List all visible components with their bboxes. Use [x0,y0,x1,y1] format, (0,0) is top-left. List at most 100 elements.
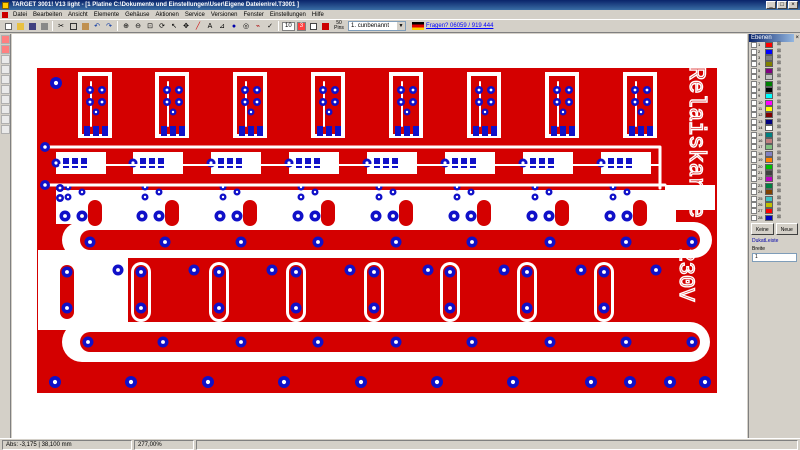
layer-color-icon[interactable] [308,21,318,31]
layer-color-swatch[interactable] [765,176,773,183]
select-icon[interactable]: ↖ [169,21,179,31]
component-mode-icon[interactable] [1,55,10,64]
layer-visible-checkbox[interactable] [751,163,757,170]
save-icon[interactable] [27,21,37,31]
text-icon[interactable]: A [205,21,215,31]
zoom-mode-icon[interactable] [1,75,10,84]
layer-visible-checkbox[interactable] [751,157,757,164]
layer-color-swatch[interactable] [765,163,773,170]
layer-color-swatch[interactable] [765,131,773,138]
layer-color-swatch[interactable] [765,80,773,87]
selection-mode-icon[interactable] [1,35,10,44]
menu-service[interactable]: Service [182,12,208,18]
layer-color-swatch[interactable] [765,106,773,113]
layer-color-swatch[interactable] [765,201,773,208]
shape-mode-icon[interactable] [1,95,10,104]
layer-visible-checkbox[interactable] [751,99,757,106]
layer-visible-checkbox[interactable] [751,201,757,208]
add-mode-icon[interactable] [1,105,10,114]
cut-icon[interactable]: ✂ [56,21,66,31]
layer-color-swatch[interactable] [765,118,773,125]
layer-visible-checkbox[interactable] [751,131,757,138]
open-icon[interactable] [15,21,25,31]
layer-visible-checkbox[interactable] [751,189,757,196]
german-flag-icon[interactable] [412,22,425,30]
zoom-out-icon[interactable]: ⊖ [133,21,143,31]
layer-visible-checkbox[interactable] [751,93,757,100]
layer-color-swatch[interactable] [765,125,773,132]
layer-color-swatch[interactable] [765,208,773,215]
layer-color-swatch[interactable] [765,112,773,119]
layer-color-swatch[interactable] [765,195,773,202]
layer-number-box[interactable]: 3 [296,21,307,31]
minimize-button[interactable]: _ [766,1,776,9]
layer-color-swatch[interactable] [765,67,773,74]
layer-color-swatch[interactable] [765,48,773,55]
layer-color-swatch[interactable] [765,189,773,196]
move-icon[interactable]: ✥ [181,21,191,31]
pointer-mode-icon[interactable] [1,125,10,134]
close-button[interactable]: × [788,1,798,9]
pcb-canvas[interactable]: 230V Relaiskarte 8 Kanal [12,34,747,438]
refresh-icon[interactable]: ⟳ [157,21,167,31]
layer-color-swatch[interactable] [765,144,773,151]
layers-new-button[interactable]: Neue [775,222,798,235]
paste-icon[interactable] [80,21,90,31]
layer-color-swatch[interactable] [765,99,773,106]
layer-color-swatch[interactable] [765,182,773,189]
maximize-button[interactable]: □ [777,1,787,9]
layer-color-swatch[interactable] [765,61,773,68]
menu-bearbeiten[interactable]: Bearbeiten [30,12,65,18]
layer-visible-checkbox[interactable] [751,138,757,145]
menu-einstellungen[interactable]: Einstellungen [267,12,309,18]
layer-color-swatch[interactable] [765,138,773,145]
pcb-layout[interactable]: 230V Relaiskarte 8 Kanal [12,34,747,438]
layer-color-swatch[interactable] [765,214,773,221]
layer-visible-checkbox[interactable] [751,208,757,215]
wire-mode-icon[interactable] [1,45,10,54]
trace-width-box[interactable]: 10 [282,21,295,31]
print-icon[interactable] [39,21,49,31]
pan-mode-icon[interactable] [1,85,10,94]
copy-icon[interactable] [68,21,78,31]
layer-visible-checkbox[interactable] [751,118,757,125]
grid-indicator[interactable]: 50 Pins [332,21,346,31]
layer-visible-checkbox[interactable] [751,176,757,183]
layer-select[interactable]: 1. cunbenannt ▼ [348,21,407,31]
delete-mode-icon[interactable] [1,115,10,124]
layer-visible-checkbox[interactable] [751,74,757,81]
document-icon[interactable] [2,11,8,18]
menu-fenster[interactable]: Fenster [241,12,267,18]
measure-icon[interactable]: ⊿ [217,21,227,31]
layer-color-swatch[interactable] [765,42,773,49]
undo-icon[interactable]: ↶ [92,21,102,31]
layer-visible-checkbox[interactable] [751,182,757,189]
layer-visible-checkbox[interactable] [751,214,757,221]
menu-aktionen[interactable]: Aktionen [152,12,181,18]
wire-icon[interactable]: ╱ [193,21,203,31]
layer-visible-checkbox[interactable] [751,195,757,202]
layer-color-swatch[interactable] [765,170,773,176]
layer-visible-checkbox[interactable] [751,48,757,55]
autoroute-icon[interactable]: ⌁ [253,21,263,31]
menu-versionen[interactable]: Versionen [208,12,241,18]
support-phone-link[interactable]: Fragen? 06059 / 919 444 [426,23,493,29]
drc-icon[interactable]: ✓ [265,21,275,31]
layer-visible-checkbox[interactable] [751,67,757,74]
layer-color-swatch[interactable] [765,150,773,157]
layer-visible-checkbox[interactable] [751,150,757,157]
layer-color-swatch[interactable] [765,54,773,61]
layer-color-swatch[interactable] [765,157,773,164]
layer-visible-checkbox[interactable] [751,61,757,68]
layer-visible-checkbox[interactable] [751,80,757,87]
zoom-in-icon[interactable]: ⊕ [121,21,131,31]
width-select[interactable]: 1 [752,252,797,262]
pad-icon[interactable]: ● [229,21,239,31]
layer-visible-checkbox[interactable] [751,125,757,132]
menu-ansicht[interactable]: Ansicht [65,12,91,18]
new-icon[interactable] [3,21,13,31]
menu-hilfe[interactable]: Hilfe [309,12,327,18]
layer-color-icon[interactable] [320,21,330,31]
layer-visible-checkbox[interactable] [751,170,757,176]
layer-visible-checkbox[interactable] [751,144,757,151]
